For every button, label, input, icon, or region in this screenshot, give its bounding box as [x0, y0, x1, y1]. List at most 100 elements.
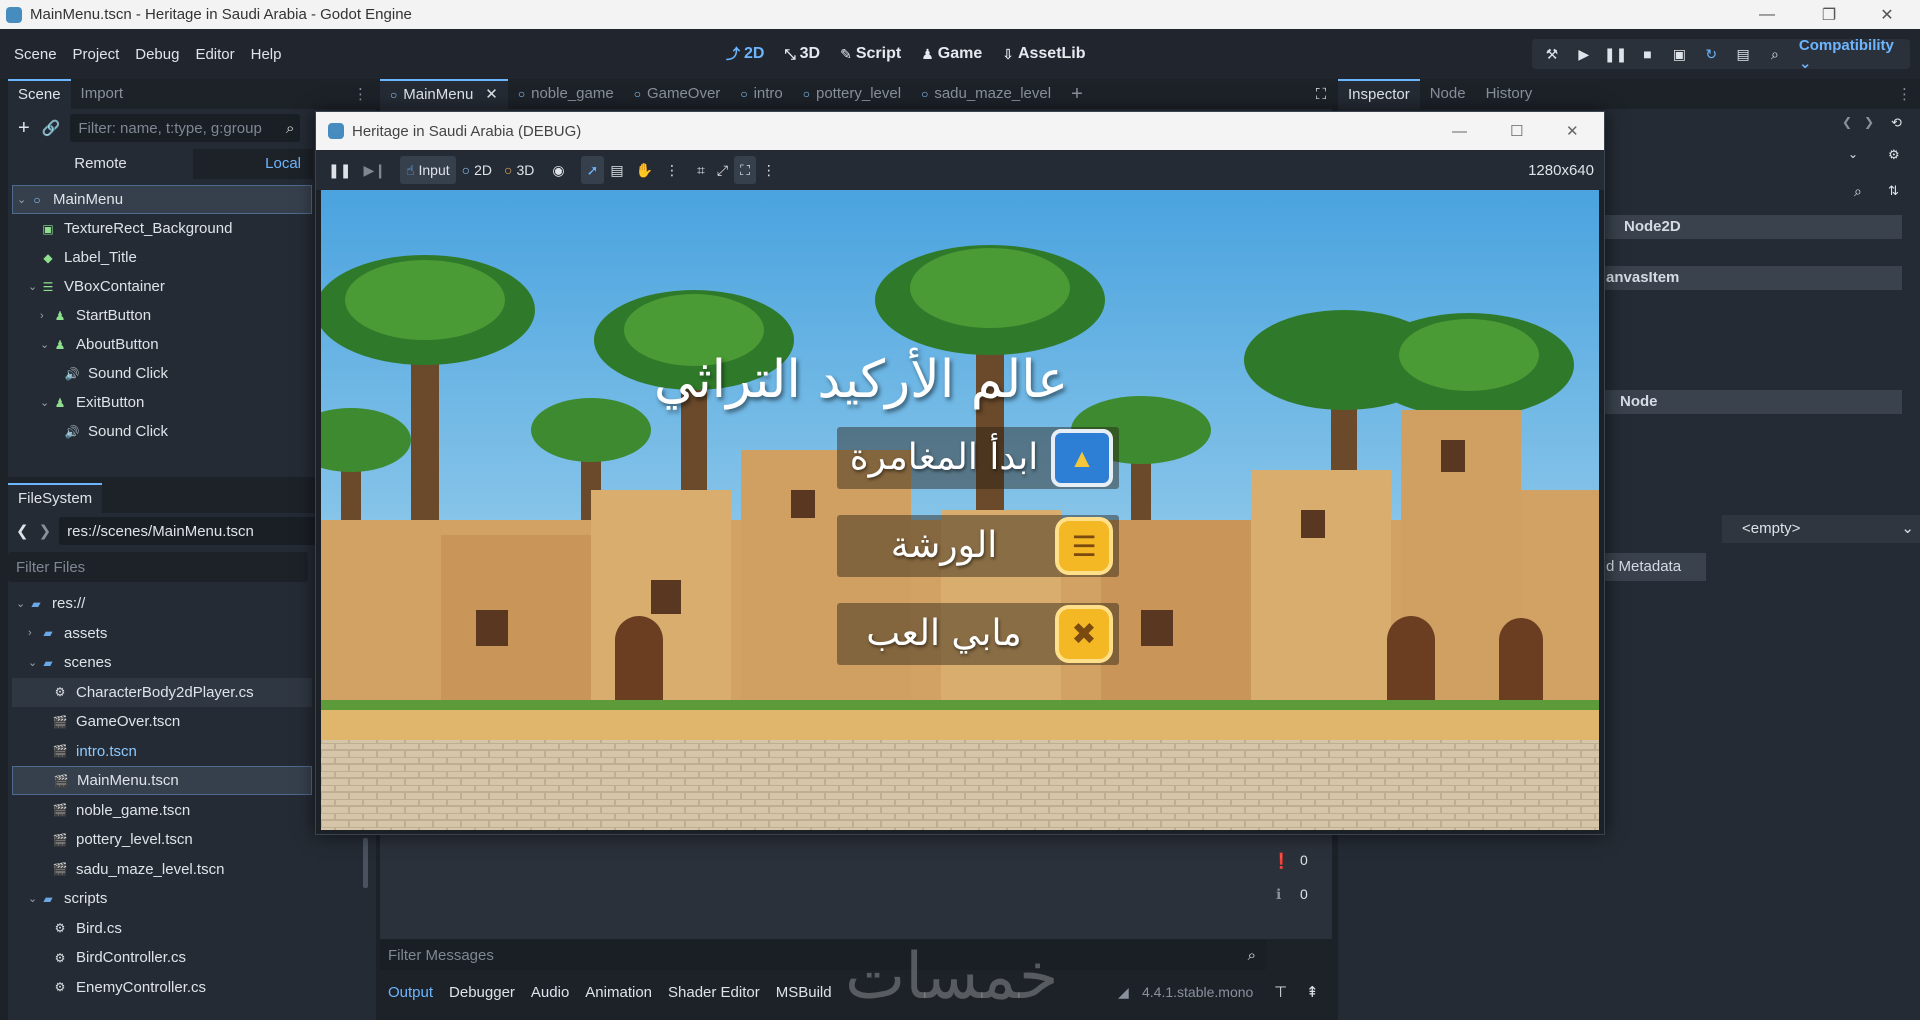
workshop-button[interactable]: الورشة ☰	[837, 515, 1119, 577]
filter-files-input[interactable]: Filter Files	[8, 552, 308, 582]
expand-arrow-icon[interactable]: ›	[40, 310, 52, 322]
pin-panel-icon[interactable]: ⊤	[1274, 983, 1287, 1001]
add-metadata-button[interactable]: d Metadata	[1600, 553, 1706, 581]
forward-icon[interactable]: ❯	[39, 522, 52, 540]
tab-filesystem[interactable]: FileSystem	[8, 483, 103, 513]
input-mode-button[interactable]: ☝ Input	[399, 156, 456, 184]
file-tree-item[interactable]: ⚙ EnemyController.cs	[12, 973, 312, 1002]
scene-tree-item[interactable]: ⌄ ♟ ExitButton	[12, 388, 312, 417]
restore-icon[interactable]: ❐	[1806, 0, 1852, 29]
file-tree-item[interactable]: ⚙ CharacterBody2dPlayer.cs	[12, 677, 312, 707]
remote-debug-icon[interactable]: ▣	[1667, 42, 1691, 66]
menu-project[interactable]: Project	[65, 46, 128, 63]
scene-tab[interactable]: ○ noble_game	[508, 79, 624, 109]
expand-arrow-icon[interactable]: ⌄	[28, 656, 40, 669]
close-icon[interactable]: ✕	[1566, 122, 1579, 140]
file-tree-item[interactable]: › ▰ assets	[12, 619, 312, 648]
reload-icon[interactable]: ↻	[1699, 42, 1723, 66]
close-tab-icon[interactable]: ✕	[485, 81, 498, 109]
scene-tab[interactable]: ○ pottery_level	[793, 79, 911, 109]
expand-arrow-icon[interactable]: ›	[28, 627, 40, 639]
expand-panel-icon[interactable]: ⇞	[1306, 983, 1319, 1001]
add-scene-icon[interactable]: +	[1071, 83, 1083, 106]
scene-tab[interactable]: ○ sadu_maze_level	[911, 79, 1061, 109]
scene-tree-item[interactable]: 🔊 Sound Click	[12, 417, 312, 446]
tab-inspector[interactable]: Inspector	[1338, 79, 1420, 109]
history-forward-icon[interactable]: ❯	[1864, 115, 1874, 129]
close-icon[interactable]: ✕	[1864, 0, 1910, 29]
tab-node[interactable]: Node	[1420, 79, 1476, 109]
file-tree-item[interactable]: ⌄ ▰ res://	[12, 589, 312, 618]
file-tree-item[interactable]: 🎬 GameOver.tscn	[12, 707, 312, 736]
empty-value-field[interactable]: <empty> ⌄	[1722, 515, 1920, 543]
options-icon[interactable]: ⋮	[756, 156, 782, 184]
scene-tree-item[interactable]: ⌄ ☰ VBoxContainer	[12, 272, 312, 301]
section-node[interactable]: Node	[1600, 390, 1902, 414]
file-tree-item[interactable]: ⚙ Bird.cs	[12, 914, 312, 943]
add-node-icon[interactable]: +	[18, 117, 30, 140]
play-icon[interactable]: ▶	[1572, 42, 1596, 66]
local-button[interactable]: Local	[193, 149, 313, 179]
pan-icon[interactable]: ✋	[630, 156, 659, 184]
section-canvasitem[interactable]: anvasItem	[1600, 266, 1902, 290]
bottom-tab[interactable]: Output	[380, 984, 441, 1001]
history-back-icon[interactable]: ❮	[1842, 115, 1852, 129]
workspace-script[interactable]: ✎ Script	[834, 45, 907, 63]
scene-tree-item[interactable]: ⌄ ○ MainMenu	[12, 185, 312, 214]
scene-tree-item[interactable]: ◆ Label_Title	[12, 243, 312, 272]
list-select-icon[interactable]: ▤	[604, 156, 629, 184]
object-history-icon[interactable]: ⟲	[1891, 115, 1902, 131]
hammer-icon[interactable]: ⚒	[1540, 42, 1564, 66]
workspace-game[interactable]: ♟ Game	[915, 45, 988, 63]
dock-menu-icon[interactable]: ⋮	[353, 85, 368, 103]
debug-search-icon[interactable]: ⌕	[1763, 42, 1787, 66]
info-icon[interactable]: ℹ	[1276, 886, 1281, 903]
start-button[interactable]: ابدأ المغامرة ▲	[837, 427, 1119, 489]
distraction-free-icon[interactable]: ⛶	[1310, 79, 1332, 109]
bottom-tab[interactable]: Debugger	[441, 984, 523, 1001]
mode-3d-button[interactable]: ○ 3D	[498, 156, 540, 184]
next-frame-icon[interactable]: ▶❙	[357, 156, 392, 184]
expand-arrow-icon[interactable]: ⌄	[17, 193, 29, 206]
fit-icon[interactable]: ⤢	[711, 156, 734, 184]
workspace-assetlib[interactable]: ⇩ AssetLib	[996, 45, 1091, 63]
pause-icon[interactable]: ❚❚	[1604, 42, 1628, 66]
workspace-2d[interactable]: ⤴ 2D	[720, 44, 770, 64]
scrollbar[interactable]	[363, 838, 368, 888]
expand-arrow-icon[interactable]: ⌄	[16, 597, 28, 610]
path-input[interactable]: res://scenes/MainMenu.tscn	[59, 517, 320, 545]
renderer-select[interactable]: Compatibility ⌄	[1799, 37, 1910, 72]
exit-button[interactable]: مابي العب ✖	[837, 603, 1119, 665]
remote-button[interactable]: Remote	[8, 149, 193, 179]
movie-icon[interactable]: ▤	[1731, 42, 1755, 66]
bottom-tab[interactable]: MSBuild	[768, 984, 840, 1001]
fullscreen-icon[interactable]: ⛶	[734, 156, 756, 184]
select-icon[interactable]: ➚	[580, 156, 605, 184]
file-tree-item[interactable]: ⚙ BirdController.cs	[12, 943, 312, 972]
filter-icon[interactable]: ⇅	[1888, 183, 1899, 199]
pin-icon[interactable]: ◢	[1118, 984, 1129, 1001]
scene-tab[interactable]: ○ GameOver	[624, 79, 731, 109]
scene-tree-item[interactable]: ⌄ ♟ AboutButton	[12, 330, 312, 359]
file-tree-item[interactable]: 🎬 pottery_level.tscn	[12, 825, 312, 854]
expand-arrow-icon[interactable]: ⌄	[28, 280, 40, 293]
scene-tree-item[interactable]: › ♟ StartButton	[12, 301, 312, 330]
scene-tree-item[interactable]: 🔊 Sound Click	[12, 359, 312, 388]
file-tree-item[interactable]: ⌄ ▰ scripts	[12, 884, 312, 913]
more-icon[interactable]: ⋮	[659, 156, 685, 184]
link-icon[interactable]: 🔗	[42, 119, 61, 137]
bottom-tab[interactable]: Shader Editor	[660, 984, 768, 1001]
pause-icon[interactable]: ❚❚	[322, 156, 357, 184]
menu-help[interactable]: Help	[243, 46, 290, 63]
menu-scene[interactable]: Scene	[6, 46, 65, 63]
scene-filter-input[interactable]: Filter: name, t:type, g:group ⌕	[70, 114, 301, 142]
scene-tab[interactable]: ○ intro	[730, 79, 792, 109]
file-tree-item[interactable]: 🎬 noble_game.tscn	[12, 796, 312, 825]
section-node2d[interactable]: Node2D	[1600, 215, 1902, 239]
file-tree-item[interactable]: 🎬 sadu_maze_level.tscn	[12, 855, 312, 884]
tab-history[interactable]: History	[1476, 79, 1543, 109]
file-tree-item[interactable]: ⌄ ▰ scenes	[12, 648, 312, 677]
warning-icon[interactable]: ❗	[1272, 852, 1291, 870]
bottom-tab[interactable]: Animation	[577, 984, 660, 1001]
expand-arrow-icon[interactable]: ⌄	[40, 338, 52, 351]
